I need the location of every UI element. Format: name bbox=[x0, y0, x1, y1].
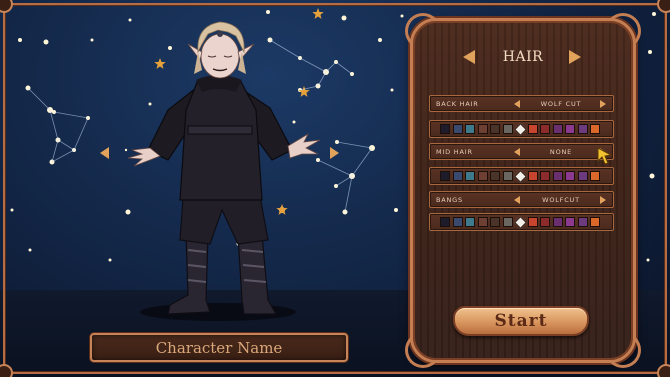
option-row-back-hair: BACK HAIR WOLF CUT bbox=[429, 95, 614, 112]
pointer-cursor-icon bbox=[597, 147, 613, 165]
color-swatch[interactable] bbox=[502, 217, 513, 227]
color-swatch[interactable] bbox=[502, 124, 513, 134]
character-creator-screen: HAIR BACK HAIR WOLF CUT MID HAIR NONE BA… bbox=[0, 0, 670, 377]
color-swatch[interactable] bbox=[452, 217, 463, 227]
character-name-input[interactable] bbox=[97, 337, 341, 358]
option-row-bangs: BANGS WOLFCUT bbox=[429, 191, 614, 208]
color-palette-mid-hair bbox=[429, 167, 614, 185]
belt bbox=[187, 125, 253, 135]
color-swatch[interactable] bbox=[440, 124, 450, 134]
selected-swatch-marker[interactable] bbox=[514, 169, 527, 183]
color-swatch[interactable] bbox=[527, 171, 538, 181]
star-icon bbox=[649, 173, 655, 179]
color-swatch[interactable] bbox=[590, 171, 600, 181]
color-swatch[interactable] bbox=[465, 171, 475, 181]
color-swatch[interactable] bbox=[590, 217, 600, 227]
option-value: WOLFCUT bbox=[542, 196, 580, 204]
option-prev-arrow[interactable] bbox=[514, 148, 520, 156]
face bbox=[200, 33, 240, 79]
left-boot bbox=[167, 234, 211, 315]
color-swatch[interactable] bbox=[465, 124, 475, 134]
star-icon bbox=[652, 12, 656, 16]
color-swatch[interactable] bbox=[490, 171, 500, 181]
robe bbox=[179, 79, 263, 201]
color-swatch[interactable] bbox=[552, 171, 563, 181]
panel-scroll-bottom-left bbox=[405, 332, 441, 368]
color-swatch[interactable] bbox=[565, 124, 575, 134]
color-swatch[interactable] bbox=[502, 171, 513, 181]
circlet-gem bbox=[217, 31, 223, 37]
color-swatch[interactable] bbox=[590, 124, 600, 134]
option-prev-arrow[interactable] bbox=[514, 196, 520, 204]
star-icon bbox=[648, 50, 652, 54]
option-row-mid-hair: MID HAIR NONE bbox=[429, 143, 614, 160]
color-swatch[interactable] bbox=[577, 217, 588, 227]
star-icon bbox=[646, 258, 650, 262]
option-label: BACK HAIR bbox=[436, 100, 479, 108]
color-swatch[interactable] bbox=[527, 124, 538, 134]
color-swatch[interactable] bbox=[540, 171, 550, 181]
customization-panel: HAIR BACK HAIR WOLF CUT MID HAIR NONE BA… bbox=[405, 13, 641, 368]
frame-corner-ornament bbox=[657, 364, 670, 377]
category-next-arrow[interactable] bbox=[569, 50, 581, 64]
right-hand bbox=[287, 132, 321, 159]
panel-title: HAIR bbox=[502, 49, 544, 65]
color-palette-back-hair bbox=[429, 120, 614, 138]
option-next-arrow[interactable] bbox=[600, 100, 606, 108]
panel-scroll-top-left bbox=[405, 13, 441, 49]
color-swatch[interactable] bbox=[540, 217, 550, 227]
right-ear bbox=[237, 43, 255, 61]
color-swatch[interactable] bbox=[490, 217, 500, 227]
selected-swatch-marker[interactable] bbox=[514, 122, 527, 136]
color-swatch[interactable] bbox=[477, 171, 488, 181]
panel-scroll-bottom-right bbox=[605, 332, 641, 368]
color-swatch[interactable] bbox=[565, 217, 575, 227]
character-name-plate bbox=[90, 333, 348, 362]
start-button[interactable]: Start bbox=[453, 306, 589, 336]
color-swatch[interactable] bbox=[577, 171, 588, 181]
color-palette-bangs bbox=[429, 213, 614, 231]
color-swatch[interactable] bbox=[477, 124, 488, 134]
option-value: WOLF CUT bbox=[540, 100, 582, 108]
option-label: BANGS bbox=[436, 196, 463, 204]
color-swatch[interactable] bbox=[440, 171, 450, 181]
color-swatch[interactable] bbox=[540, 124, 550, 134]
color-swatch[interactable] bbox=[527, 217, 538, 227]
character-next-arrow[interactable] bbox=[330, 147, 339, 159]
character-avatar bbox=[127, 21, 321, 321]
character-prev-arrow[interactable] bbox=[100, 147, 109, 159]
option-prev-arrow[interactable] bbox=[514, 100, 520, 108]
color-swatch[interactable] bbox=[440, 217, 450, 227]
color-swatch[interactable] bbox=[565, 171, 575, 181]
panel-scroll-top-right bbox=[605, 13, 641, 49]
color-swatch[interactable] bbox=[477, 217, 488, 227]
color-swatch[interactable] bbox=[452, 171, 463, 181]
selected-swatch-marker[interactable] bbox=[514, 215, 527, 229]
color-swatch[interactable] bbox=[452, 124, 463, 134]
color-swatch[interactable] bbox=[465, 217, 475, 227]
color-swatch[interactable] bbox=[490, 124, 500, 134]
color-swatch[interactable] bbox=[577, 124, 588, 134]
option-label: MID HAIR bbox=[436, 148, 473, 156]
right-boot bbox=[237, 234, 278, 315]
color-swatch[interactable] bbox=[552, 124, 563, 134]
color-swatch[interactable] bbox=[552, 217, 563, 227]
option-value: NONE bbox=[549, 148, 573, 156]
option-next-arrow[interactable] bbox=[600, 196, 606, 204]
